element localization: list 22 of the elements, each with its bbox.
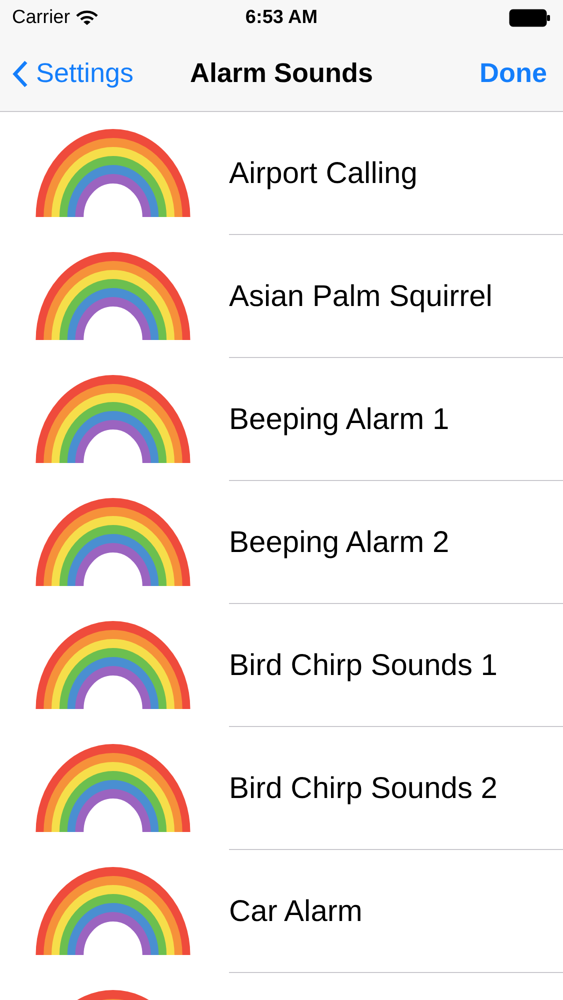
sound-name: Beeping Alarm 1 [229,402,450,438]
battery-icon [509,9,551,27]
sound-row[interactable]: Bird Chirp Sounds 2 [0,727,563,850]
sound-name: Beeping Alarm 2 [229,524,450,560]
sound-row[interactable]: Beeping Alarm 2 [0,481,563,604]
sound-row[interactable]: Beeping Alarm 1 [0,358,563,481]
sound-row[interactable]: Airport Calling [0,112,563,235]
sound-name: Bird Chirp Sounds 1 [229,648,498,684]
wifi-icon [76,10,98,26]
clock-time: 6:53 AM [245,6,318,30]
sound-row[interactable]: Asian Palm Squirrel [0,235,563,358]
sound-row[interactable]: Bird Chirp Sounds 1 [0,604,563,727]
back-button[interactable]: Settings [12,53,182,94]
sound-row[interactable]: Car Alarm [0,850,563,973]
sound-name: Airport Calling [229,156,418,192]
back-chevron-icon [12,60,28,88]
sound-name: Bird Chirp Sounds 2 [229,770,498,806]
nav-title: Alarm Sounds [190,57,374,90]
carrier-name: Carrier [12,6,70,30]
sound-name: Car Alarm [229,894,362,930]
done-button[interactable]: Done [381,53,551,94]
sound-name: Asian Palm Squirrel [229,278,492,314]
